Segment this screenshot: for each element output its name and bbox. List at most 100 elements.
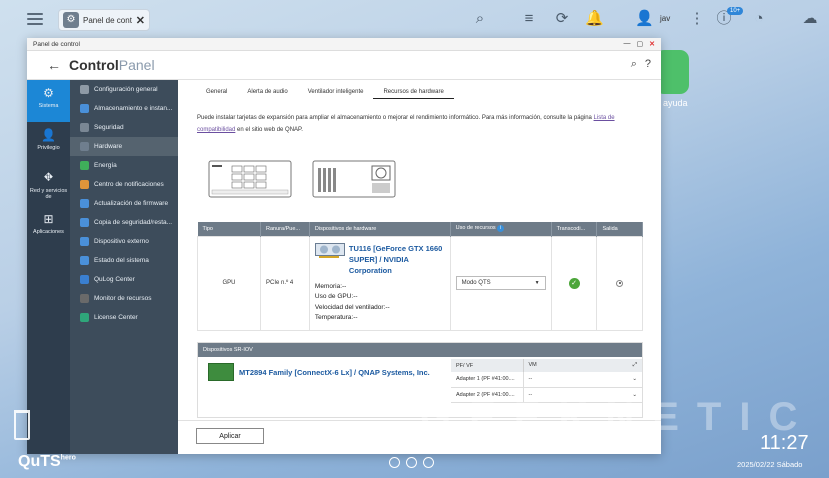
menu-item-label: Seguridad	[94, 124, 124, 131]
search-icon[interactable]: ⌕	[631, 58, 637, 71]
menu-item-external-device[interactable]: Dispositivo externo	[70, 232, 178, 251]
gpu-fan-speed: Velocidad del ventilador:--	[314, 303, 390, 311]
category-label: Aplicaciones	[33, 229, 64, 235]
sriov-device: MT2894 Family [ConnectX-6 Lx] / QNAP Sys…	[208, 363, 430, 381]
dock-icon-3[interactable]	[423, 457, 434, 468]
output-radio[interactable]	[616, 279, 624, 287]
tab-audio-alert[interactable]: Alerta de audio	[237, 86, 297, 99]
menu-item-label: Estado del sistema	[94, 257, 149, 264]
notification-icon	[80, 180, 89, 189]
dock-icon-2[interactable]	[406, 457, 417, 468]
more-icon[interactable]: ⋮	[688, 10, 706, 28]
expand-icon[interactable]: ⤢	[633, 362, 637, 369]
header-title-panel: Panel	[118, 57, 155, 73]
description: Puede instalar tarjetas de expansión par…	[197, 112, 647, 136]
menu-item-security[interactable]: Seguridad	[70, 118, 178, 137]
close-icon[interactable]: ✕	[649, 40, 655, 48]
resource-use-select[interactable]: Modo QTS ▼	[455, 276, 546, 290]
menu-item-license[interactable]: License Center	[70, 308, 178, 327]
trash-icon[interactable]	[14, 410, 30, 440]
gpu-card-image	[314, 242, 345, 258]
category-system[interactable]: ⚙ Sistema	[27, 80, 70, 122]
hardware-icon	[80, 142, 89, 151]
tab-general[interactable]: General	[196, 86, 237, 99]
vm-value: --	[528, 376, 533, 383]
cell-type: GPU	[196, 235, 262, 331]
menu-item-label: Centro de notificaciones	[94, 181, 164, 188]
gpu-usage: Uso de GPU:--	[314, 293, 358, 300]
window-title: Panel de control	[33, 40, 80, 48]
taskbar-tab-label: Panel de control	[83, 15, 132, 25]
cell-pf: Adapter 1 (PF #41:00....	[451, 372, 524, 388]
dock-icon-1[interactable]	[389, 457, 400, 468]
resource-use-value: Modo QTS	[461, 280, 491, 286]
brand-name: QuTS	[18, 453, 61, 470]
power-icon	[80, 161, 89, 170]
cell-resource-use: Modo QTS ▼	[449, 235, 552, 331]
bell-icon[interactable]: 🔔	[585, 10, 604, 28]
category-sidebar: ⚙ Sistema 👤 Privilegio ⛖ Red y servicios…	[27, 80, 70, 454]
menu-item-label: Almacenamiento e instan...	[94, 105, 173, 112]
username[interactable]: jav	[660, 14, 670, 23]
menu-item-general[interactable]: Configuración general	[70, 80, 178, 99]
tasks-icon[interactable]: ≡	[520, 10, 538, 28]
bottom-dock	[389, 457, 434, 468]
search-icon[interactable]: ⌕	[471, 10, 489, 28]
menu-item-label: License Center	[94, 314, 138, 321]
shield-icon	[80, 123, 89, 132]
category-label: Sistema	[38, 103, 59, 109]
description-text: Puede instalar tarjetas de expansión par…	[197, 115, 594, 121]
dashboard-icon[interactable]: ◔	[750, 10, 768, 28]
col-transcode: Transcodi...	[551, 222, 598, 236]
minimize-icon[interactable]: —	[624, 40, 631, 48]
category-label: Privilegio	[37, 145, 60, 151]
menu-item-power[interactable]: Energía	[70, 156, 178, 175]
menu-item-hardware[interactable]: Hardware	[70, 137, 178, 156]
gpu-memory: Memoria:--	[314, 282, 347, 290]
help-icon[interactable]: ?	[645, 58, 651, 71]
menu-item-label: Dispositivo externo	[94, 238, 149, 245]
sriov-title: Dispositivos SR-IOV	[198, 343, 642, 357]
category-applications[interactable]: ⊞ Aplicaciones	[27, 206, 70, 248]
tab-bar: General Alerta de audio Ventilador intel…	[196, 86, 454, 99]
category-network[interactable]: ⛖ Red y servicios de	[27, 164, 70, 206]
tab-hardware-resources[interactable]: Recursos de hardware	[373, 86, 454, 99]
nas-front-image	[208, 160, 292, 198]
menu-item-resource-monitor[interactable]: Monitor de recursos	[70, 289, 178, 308]
info-icon[interactable]: i	[497, 225, 505, 233]
vm-select[interactable]: -- ⌄	[523, 372, 642, 388]
sriov-device-name: MT2894 Family [ConnectX-6 Lx] / QNAP Sys…	[239, 367, 430, 377]
back-arrow-icon[interactable]: ←	[47, 57, 61, 73]
menu-item-backup[interactable]: Copia de seguridad/resta...	[70, 213, 178, 232]
menu-item-system-status[interactable]: Estado del sistema	[70, 251, 178, 270]
menu-item-storage[interactable]: Almacenamiento e instan...	[70, 99, 178, 118]
apply-button[interactable]: Aplicar	[196, 428, 264, 444]
close-icon[interactable]: ✕	[136, 14, 145, 27]
tab-smart-fan[interactable]: Ventilador inteligente	[298, 86, 374, 99]
menu-item-qulog[interactable]: QuLog Center	[70, 270, 178, 289]
caret-down-icon: ▼	[534, 280, 540, 286]
sync-icon[interactable]: ⟳	[553, 10, 571, 28]
window-titlebar: Panel de control — ▢ ✕	[27, 38, 661, 51]
maximize-icon[interactable]: ▢	[637, 40, 644, 48]
col-type: Tipo	[197, 222, 262, 236]
license-icon	[80, 313, 89, 322]
col-vm-label: VM	[528, 362, 537, 368]
menu-item-firmware[interactable]: Actualización de firmware	[70, 194, 178, 213]
taskbar-tab-control-panel[interactable]: ⚙ Panel de control ✕	[58, 9, 150, 31]
menu-item-label: Configuración general	[94, 86, 158, 93]
col-output: Salida	[596, 222, 643, 236]
col-vm: VM ⤢	[523, 359, 642, 372]
apps-icon: ⊞	[43, 212, 54, 226]
user-icon[interactable]: 👤	[635, 10, 654, 28]
cloud-icon[interactable]: ☁	[801, 10, 819, 28]
menu-item-label: Energía	[94, 162, 117, 169]
category-privilege[interactable]: 👤 Privilegio	[27, 122, 70, 164]
firmware-icon	[80, 199, 89, 208]
menu-item-notifications[interactable]: Centro de notificaciones	[70, 175, 178, 194]
main-menu-icon[interactable]	[27, 10, 43, 26]
cell-output	[596, 235, 643, 331]
cell-transcode: ✓	[550, 235, 598, 331]
chevron-down-icon: ⌄	[632, 376, 637, 383]
log-icon	[80, 275, 89, 284]
